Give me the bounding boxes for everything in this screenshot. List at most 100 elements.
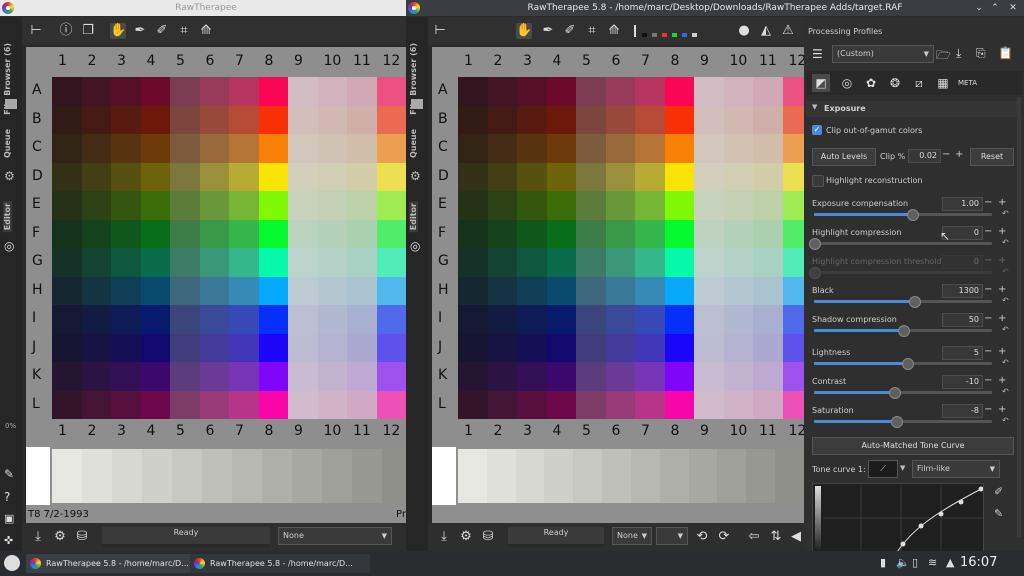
left-preview-canvas[interactable]: 1 2 3 4 5 6 7 8 9 10 11 12 1 2 3 4 5 6 7 8 9 10 11 12 ABCDEFGH… xyxy=(26,47,412,447)
flip-horizontal-icon[interactable]: ⇦ xyxy=(746,529,762,545)
increment-button[interactable]: + xyxy=(998,197,1006,209)
hide-panel-icon[interactable]: ⊢ xyxy=(432,23,448,39)
output-profile-combo[interactable]: None ▼ xyxy=(278,527,392,545)
taskbar-item[interactable]: RawTherapee 5.8 - /home/marc/D... xyxy=(190,554,370,573)
auto-levels-button[interactable]: Auto Levels xyxy=(812,148,876,166)
slider-track[interactable] xyxy=(814,416,992,428)
output-profile-combo[interactable]: None ▼ xyxy=(612,527,652,545)
highlight-reconstruction-checkbox[interactable] xyxy=(812,175,824,187)
channel-icon[interactable] xyxy=(662,33,667,37)
before-after-toggle-icon[interactable]: ❐ xyxy=(80,23,96,39)
focus-mask-icon[interactable]: ● xyxy=(736,23,752,39)
increment-button[interactable]: + xyxy=(998,346,1006,358)
reset-icon[interactable]: ↶ xyxy=(1002,387,1009,396)
increment-button[interactable]: + xyxy=(998,255,1006,267)
slider-value-input[interactable]: -10 xyxy=(942,375,983,389)
decrement-button[interactable]: − xyxy=(984,284,992,296)
gears-icon[interactable]: ⚙ xyxy=(410,169,421,183)
tone-curve-mode-combo[interactable]: Film-like ▼ xyxy=(912,460,1000,478)
gears-icon[interactable]: ⚙ xyxy=(4,169,15,183)
flip-vertical-icon[interactable]: ⇅ xyxy=(768,529,784,545)
slider-value-input[interactable]: 5 xyxy=(942,346,983,360)
slider-value-input[interactable]: 1.00 xyxy=(942,197,983,211)
clipping-indicator-icon[interactable] xyxy=(634,25,636,37)
clock[interactable]: 16:07 xyxy=(960,555,997,570)
channel-icon[interactable] xyxy=(692,33,697,37)
list-icon[interactable]: ☰ xyxy=(812,47,823,61)
meta-tab-icon[interactable]: META xyxy=(958,74,977,92)
crop-icon[interactable]: ⌗ xyxy=(176,23,192,39)
decrement-button[interactable]: − xyxy=(984,346,992,358)
raw-tab-icon[interactable]: ▦ xyxy=(934,74,952,92)
battery-icon[interactable]: ▯ xyxy=(912,556,918,569)
processing-profile-combo[interactable]: (Custom) ▼ xyxy=(832,45,934,63)
application-launcher-icon[interactable] xyxy=(4,555,20,571)
chevron-down-icon[interactable]: ▼ xyxy=(900,464,905,472)
color-tab-icon[interactable]: ✿ xyxy=(862,74,880,92)
reset-icon[interactable]: ↶ xyxy=(1002,267,1009,276)
maximize-icon[interactable]: ⌃ xyxy=(988,0,1002,16)
slider-track[interactable] xyxy=(814,296,992,308)
slider-handle[interactable] xyxy=(809,238,821,250)
left-window-titlebar[interactable]: RawTherapee xyxy=(0,0,412,16)
slider-handle[interactable] xyxy=(809,267,821,279)
profile-selector-combo[interactable]: ▼ xyxy=(656,527,688,545)
queue-add-icon[interactable]: ⚙ xyxy=(52,529,68,545)
tab-editor[interactable]: Editor xyxy=(3,201,12,233)
speaker-icon[interactable]: ◀ xyxy=(788,529,804,545)
increment-button[interactable]: + xyxy=(998,375,1006,387)
save-icon[interactable]: ⤓ xyxy=(436,529,452,545)
tab-editor[interactable]: Editor xyxy=(409,201,418,233)
decrement-button[interactable]: − xyxy=(984,255,992,267)
slider-value-input[interactable]: 50 xyxy=(942,313,983,327)
channel-icon[interactable] xyxy=(682,33,687,37)
external-editor-icon[interactable]: ⛁ xyxy=(74,529,90,545)
clip-percent-input[interactable]: 0.02 xyxy=(908,149,941,163)
slider-track[interactable] xyxy=(814,325,992,337)
decrement-button[interactable]: − xyxy=(984,313,992,325)
panel-scrollbar[interactable] xyxy=(1017,97,1021,537)
crosshair-icon[interactable]: ✜ xyxy=(4,534,13,547)
slider-track[interactable] xyxy=(809,267,992,279)
color-picker-add-icon[interactable]: ✎ xyxy=(4,467,14,481)
white-balance-picker-icon[interactable]: ✒ xyxy=(132,23,148,39)
slider-track[interactable] xyxy=(809,238,992,250)
hide-panel-icon[interactable]: ⊢ xyxy=(28,23,44,39)
save-icon[interactable]: ⤓ xyxy=(30,529,46,545)
increment-button[interactable]: + xyxy=(998,313,1006,325)
rotate-right-icon[interactable]: ⟳ xyxy=(716,529,732,545)
advanced-tab-icon[interactable]: ❂ xyxy=(886,74,904,92)
folder-icon[interactable] xyxy=(5,99,17,109)
volume-icon[interactable]: 🔈 xyxy=(896,556,910,569)
aperture-icon[interactable]: ◎ xyxy=(410,239,420,253)
slider-value-input[interactable]: 0 xyxy=(942,255,983,269)
spot-removal-icon[interactable]: ✐ xyxy=(154,23,170,39)
tone-curve-editor[interactable] xyxy=(812,483,984,553)
paste-profile-icon[interactable]: 📋 xyxy=(998,46,1013,60)
increment-button[interactable]: + xyxy=(998,404,1006,416)
curve-picker-icon[interactable]: ✎ xyxy=(994,507,1003,520)
detail-tab-icon[interactable]: ◎ xyxy=(838,74,856,92)
close-icon[interactable]: ✕ xyxy=(1006,0,1020,16)
reset-icon[interactable]: ↶ xyxy=(1002,416,1009,425)
clip-gamut-checkbox[interactable]: ✓ xyxy=(812,125,822,135)
curve-type-button[interactable]: ⟋ xyxy=(868,460,898,478)
tab-queue[interactable]: Queue xyxy=(3,129,12,158)
warning-icon[interactable]: ⚠ xyxy=(780,23,796,39)
slider-value-input[interactable]: -8 xyxy=(942,404,983,418)
exposure-tab-icon[interactable]: ◩ xyxy=(812,74,830,92)
aperture-icon[interactable]: ◎ xyxy=(4,239,14,253)
slider-handle[interactable] xyxy=(908,296,921,308)
decrement-button[interactable]: − xyxy=(942,149,950,161)
channel-icon[interactable] xyxy=(652,33,657,37)
copy-profile-icon[interactable]: ⎘ xyxy=(976,46,986,61)
folder-icon[interactable] xyxy=(411,99,423,109)
hand-tool-icon[interactable]: ✋ xyxy=(110,23,126,39)
slider-handle[interactable] xyxy=(906,209,919,221)
wifi-icon[interactable]: ≋ xyxy=(928,556,937,569)
info-icon[interactable]: ⓘ xyxy=(58,23,74,39)
rotate-left-icon[interactable]: ⟲ xyxy=(694,529,710,545)
white-balance-picker-icon[interactable]: ✒ xyxy=(540,23,556,39)
reset-icon[interactable]: ↶ xyxy=(1002,325,1009,334)
slider-track[interactable] xyxy=(814,358,992,370)
